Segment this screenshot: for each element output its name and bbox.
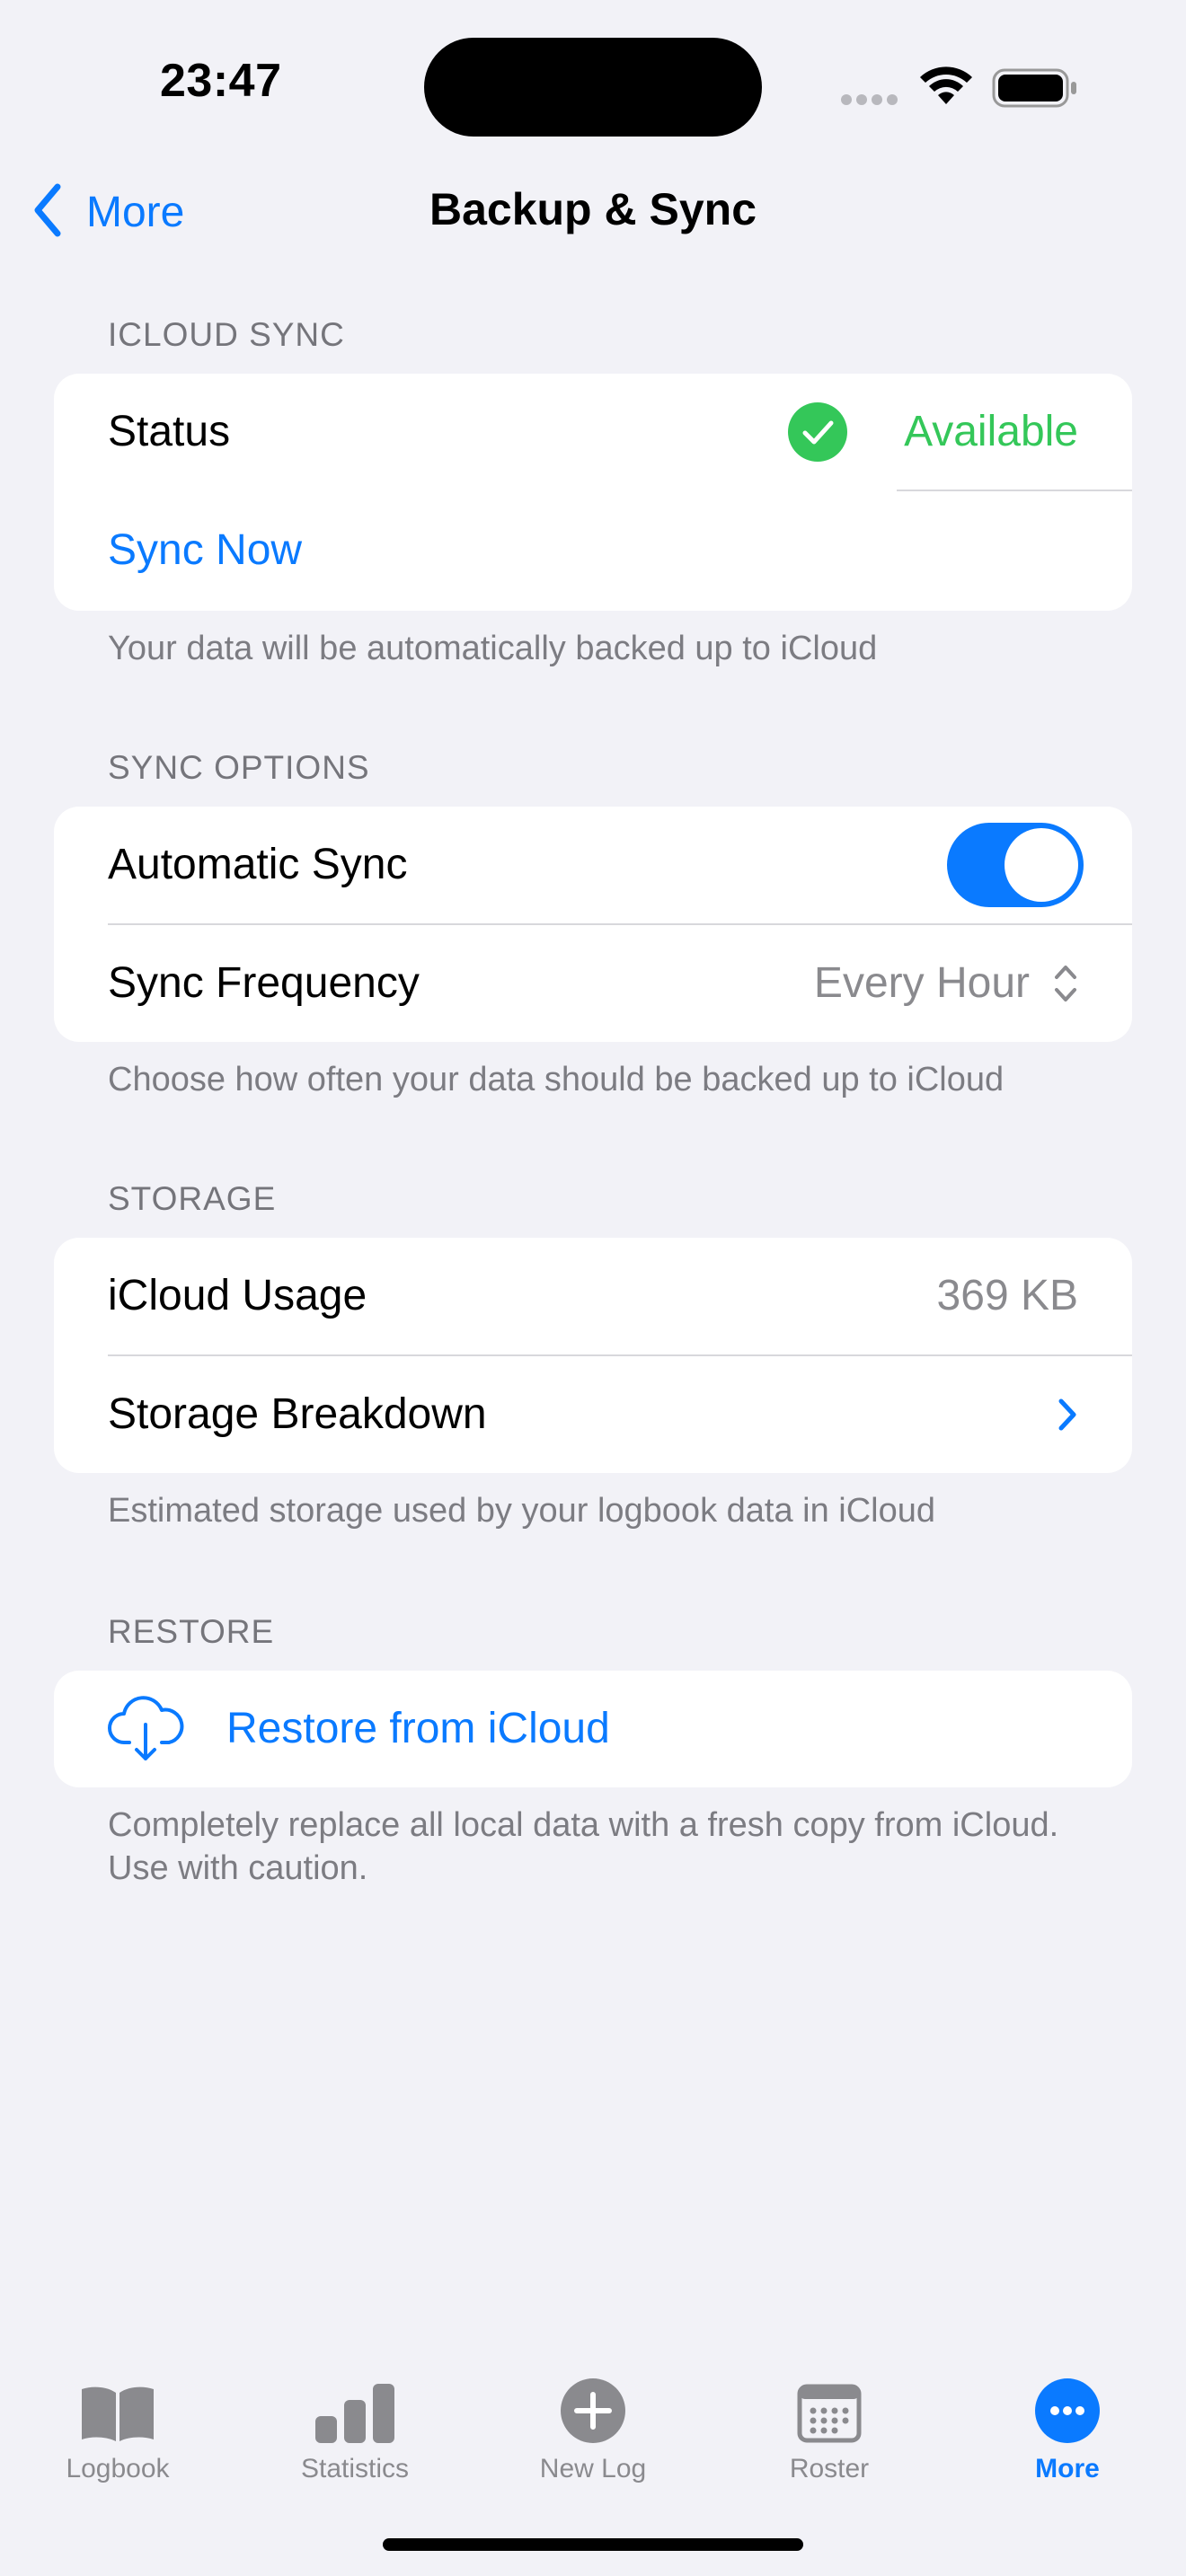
sync-now-button[interactable]: Sync Now <box>54 492 1132 611</box>
bar-chart-icon <box>247 2362 463 2443</box>
sync-options-card: Automatic Sync Sync Frequency Every Hour <box>54 807 1132 1042</box>
sync-now-label: Sync Now <box>108 526 303 574</box>
cloud-download-icon <box>106 1696 185 1769</box>
calendar-icon <box>721 2362 937 2443</box>
tab-logbook[interactable]: Logbook <box>10 2362 226 2484</box>
automatic-sync-row: Automatic Sync <box>54 807 1132 923</box>
section-header-icloud-sync: ICLOUD SYNC <box>108 316 345 353</box>
storage-breakdown-label: Storage Breakdown <box>108 1390 487 1438</box>
home-indicator <box>383 2538 803 2551</box>
plus-circle-icon <box>485 2362 701 2443</box>
battery-icon <box>992 68 1078 112</box>
page-title: Backup & Sync <box>429 184 757 234</box>
status-label: Status <box>108 408 231 455</box>
wifi-icon <box>918 65 974 112</box>
sync-frequency-label: Sync Frequency <box>108 959 420 1007</box>
icloud-usage-value: 369 KB <box>936 1272 1078 1319</box>
tab-label: Statistics <box>300 2454 410 2483</box>
chevron-right-icon <box>1057 1398 1078 1436</box>
section-header-restore: RESTORE <box>108 1613 275 1650</box>
divider <box>897 490 1132 491</box>
sync-frequency-value: Every Hour <box>813 959 1030 1007</box>
storage-footer: Estimated storage used by your logbook d… <box>108 1492 935 1530</box>
status-value: Available <box>904 408 1078 455</box>
restore-from-icloud-label: Restore from iCloud <box>226 1705 610 1752</box>
dynamic-island <box>424 38 762 137</box>
automatic-sync-label: Automatic Sync <box>108 841 408 888</box>
icloud-sync-footer: Your data will be automatically backed u… <box>108 630 878 667</box>
section-header-storage: STORAGE <box>108 1180 277 1217</box>
automatic-sync-toggle[interactable] <box>947 823 1084 907</box>
status-time: 23:47 <box>160 55 282 107</box>
restore-from-icloud-button[interactable]: Restore from iCloud <box>54 1671 1132 1787</box>
tab-label: Roster <box>789 2454 870 2483</box>
icloud-usage-label: iCloud Usage <box>108 1272 367 1319</box>
tab-label: Logbook <box>66 2454 170 2483</box>
status-row: Status Available <box>54 374 1132 490</box>
tab-roster[interactable]: Roster <box>721 2362 937 2484</box>
tab-label: New Log <box>539 2454 647 2483</box>
checkmark-circle-icon <box>787 401 848 467</box>
sync-options-footer: Choose how often your data should be bac… <box>108 1061 1005 1098</box>
cellular-signal-icon <box>841 93 902 110</box>
chevron-up-down-icon <box>1053 963 1078 1009</box>
ellipsis-circle-icon <box>960 2362 1175 2443</box>
tab-more[interactable]: More <box>960 2362 1175 2484</box>
toggle-knob <box>1005 828 1078 902</box>
sync-frequency-row[interactable]: Sync Frequency Every Hour <box>54 925 1132 1042</box>
tab-label: More <box>1035 2454 1100 2483</box>
tab-new-log[interactable]: New Log <box>485 2362 701 2484</box>
restore-card: Restore from iCloud <box>54 1671 1132 1787</box>
section-header-sync-options: SYNC OPTIONS <box>108 749 370 786</box>
storage-breakdown-row[interactable]: Storage Breakdown <box>54 1356 1132 1473</box>
restore-footer: Completely replace all local data with a… <box>108 1806 1059 1887</box>
tab-statistics[interactable]: Statistics <box>247 2362 463 2484</box>
icloud-sync-card: Status Available Sync Now <box>54 374 1132 611</box>
book-icon <box>10 2362 226 2443</box>
icloud-usage-row: iCloud Usage 369 KB <box>54 1238 1132 1354</box>
storage-card: iCloud Usage 369 KB Storage Breakdown <box>54 1238 1132 1473</box>
